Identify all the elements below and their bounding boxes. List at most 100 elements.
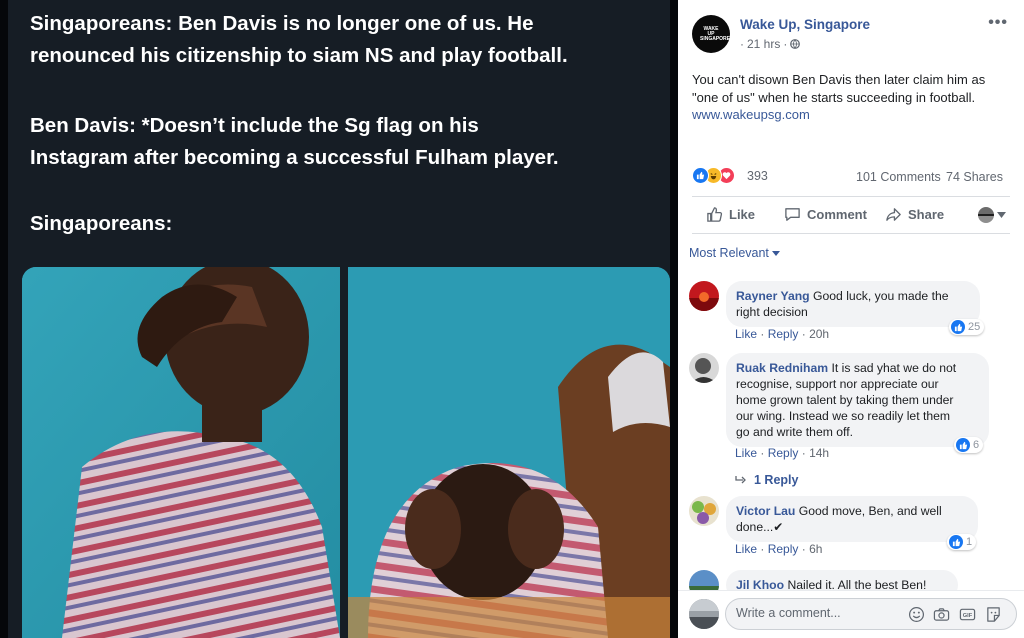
comment-input[interactable] bbox=[736, 606, 886, 620]
comment-bubble-icon bbox=[785, 208, 800, 221]
like-count: 25 bbox=[968, 321, 981, 333]
thumbs-up-icon bbox=[707, 207, 723, 222]
comment-text: Good move, Ben, and well bbox=[798, 504, 942, 518]
camera-icon[interactable] bbox=[933, 606, 950, 623]
comment-count[interactable]: 101 Comments bbox=[856, 170, 941, 184]
share-arrow-icon bbox=[886, 208, 901, 221]
like-button[interactable]: Like bbox=[706, 206, 755, 223]
comment-like-link[interactable]: Like bbox=[735, 446, 757, 460]
head-in-hands-kid-photo bbox=[348, 267, 670, 638]
comment-text: It is sad yhat we do not bbox=[831, 361, 957, 375]
meme-image: Singaporeans: Ben Davis is no longer one… bbox=[8, 0, 670, 638]
page-avatar[interactable]: WAKE UP SINGAPORE bbox=[692, 15, 730, 53]
meta-separator: · bbox=[760, 327, 765, 341]
comment-time[interactable]: 14h bbox=[809, 446, 829, 460]
comment-text: recognise, support nor appreciate our bbox=[736, 377, 939, 391]
like-icon bbox=[949, 535, 963, 549]
gif-icon[interactable]: GIF bbox=[959, 606, 976, 623]
comment-text: done...✔ bbox=[736, 520, 784, 534]
meme-text-line: Ben Davis: *Doesn’t include the Sg flag … bbox=[30, 114, 479, 137]
comment-text: go and write them off. bbox=[736, 425, 853, 439]
commenter-name[interactable]: Rayner Yang bbox=[736, 289, 810, 303]
post-text: You can't disown Ben Davis then later cl… bbox=[692, 72, 986, 105]
comment-input-box: GIF bbox=[725, 598, 1017, 630]
comment-label: Comment bbox=[807, 207, 867, 222]
like-label: Like bbox=[729, 207, 756, 222]
meme-text-line: renounced his citizenship to siam NS and… bbox=[30, 44, 568, 67]
share-count[interactable]: 74 Shares bbox=[946, 170, 1003, 184]
emoji-icon[interactable] bbox=[908, 606, 925, 623]
like-count: 6 bbox=[973, 439, 980, 451]
commenter-avatar[interactable] bbox=[689, 353, 719, 383]
comment-item: Rayner Yang Good luck, you made the righ… bbox=[689, 281, 1009, 345]
reaction-profile-selector[interactable] bbox=[978, 207, 1006, 223]
profile-avatar-icon bbox=[978, 207, 994, 223]
meme-text-line: Instagram after becoming a successful Fu… bbox=[30, 146, 559, 169]
comment-like-count[interactable]: 1 bbox=[947, 534, 977, 550]
like-icon bbox=[692, 167, 709, 184]
replies-count: 1 Reply bbox=[754, 473, 799, 487]
like-icon bbox=[956, 438, 970, 452]
comment-like-count[interactable]: 25 bbox=[949, 319, 985, 335]
post-link[interactable]: www.wakeupsg.com bbox=[692, 107, 810, 122]
comment-time[interactable]: 6h bbox=[809, 542, 822, 556]
meta-separator: · bbox=[801, 542, 806, 556]
comment-bubble: Victor Lau Good move, Ben, and well done… bbox=[726, 496, 978, 542]
comment-like-link[interactable]: Like bbox=[735, 327, 757, 341]
reaction-count[interactable]: 393 bbox=[747, 169, 768, 183]
time-separator: · bbox=[740, 37, 744, 51]
comment-reply-link[interactable]: Reply bbox=[768, 542, 799, 556]
commenter-avatar[interactable] bbox=[689, 496, 719, 526]
more-options-icon[interactable]: ••• bbox=[988, 14, 1008, 32]
comment-meta: Like · Reply · 6h bbox=[735, 542, 822, 556]
meme-text-line: Singaporeans: Ben Davis is no longer one… bbox=[30, 12, 534, 35]
user-avatar[interactable] bbox=[689, 599, 719, 629]
like-count: 1 bbox=[966, 536, 973, 548]
comment-composer: GIF bbox=[678, 590, 1024, 638]
sticker-icon[interactable] bbox=[985, 606, 1002, 623]
post-time[interactable]: 21 hrs bbox=[747, 37, 780, 51]
comment-meta: Like · Reply · 20h bbox=[735, 327, 829, 341]
reply-arrow-icon bbox=[735, 476, 746, 484]
page-avatar-logo: WAKE UP SINGAPORE bbox=[700, 25, 731, 42]
commenter-name[interactable]: Ruak Redniham bbox=[736, 361, 828, 375]
comment-reply-link[interactable]: Reply bbox=[768, 327, 799, 341]
comment-text: home grown talent by taking them under bbox=[736, 393, 954, 407]
comment-button[interactable]: Comment bbox=[784, 206, 867, 223]
comment-time[interactable]: 20h bbox=[809, 327, 829, 341]
like-icon bbox=[951, 320, 965, 334]
comment-item: Victor Lau Good move, Ben, and well done… bbox=[689, 496, 1009, 560]
comment-like-count[interactable]: 6 bbox=[954, 437, 984, 453]
page-name-link[interactable]: Wake Up, Singapore bbox=[740, 17, 870, 32]
chevron-down-icon bbox=[997, 212, 1006, 218]
chevron-down-icon bbox=[771, 250, 780, 256]
time-separator: · bbox=[783, 37, 788, 51]
meta-separator: · bbox=[801, 327, 806, 341]
comment-reply-link[interactable]: Reply bbox=[768, 446, 799, 460]
comment-like-link[interactable]: Like bbox=[735, 542, 757, 556]
post-action-bar: Like Comment Share bbox=[692, 196, 1010, 234]
comment-meta: Like · Reply · 14h bbox=[735, 446, 829, 460]
view-replies-link[interactable]: 1 Reply bbox=[735, 473, 798, 487]
meta-separator: · bbox=[801, 446, 806, 460]
comment-text: right decision bbox=[736, 305, 808, 319]
post-sidebar: WAKE UP SINGAPORE Wake Up, Singapore · 2… bbox=[678, 0, 1024, 638]
comment-bubble: Rayner Yang Good luck, you made the righ… bbox=[726, 281, 980, 327]
sort-label: Most Relevant bbox=[689, 246, 769, 260]
comment-bubble: Ruak Redniham It is sad yhat we do not r… bbox=[726, 353, 989, 447]
comment-sort-dropdown[interactable]: Most Relevant bbox=[689, 246, 780, 260]
commenter-avatar[interactable] bbox=[689, 281, 719, 311]
crying-kid-photo bbox=[22, 267, 340, 638]
commenter-name[interactable]: Victor Lau bbox=[736, 504, 795, 518]
share-button[interactable]: Share bbox=[885, 206, 944, 223]
meme-text-line: Singaporeans: bbox=[30, 212, 173, 235]
share-label: Share bbox=[908, 207, 945, 222]
svg-text:GIF: GIF bbox=[963, 613, 973, 619]
media-viewer: Singaporeans: Ben Davis is no longer one… bbox=[0, 0, 678, 638]
meta-separator: · bbox=[760, 542, 765, 556]
globe-icon bbox=[790, 39, 801, 49]
comment-item: Ruak Redniham It is sad yhat we do not r… bbox=[689, 353, 1009, 493]
comment-text: our wing. Instead we so readily let them bbox=[736, 409, 951, 423]
meta-separator: · bbox=[760, 446, 765, 460]
reactions-summary: 393 101 Comments 74 Shares bbox=[692, 166, 1008, 186]
